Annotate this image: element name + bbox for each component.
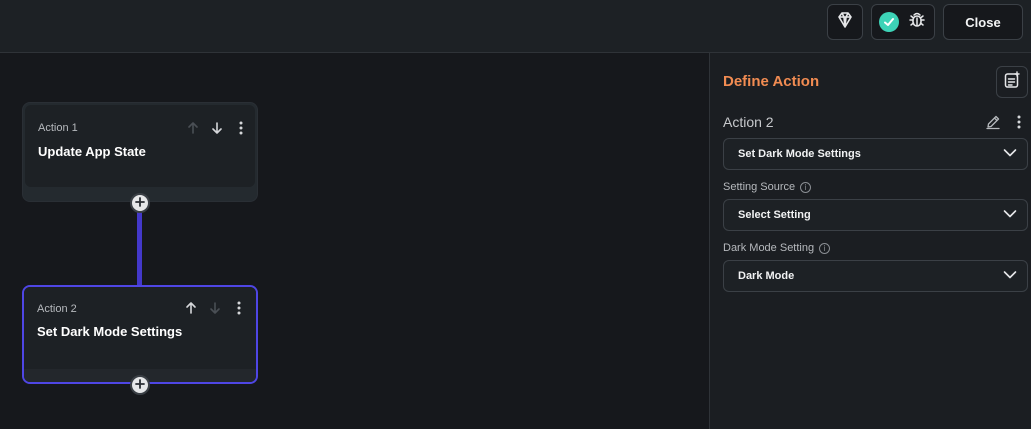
test-debug-group[interactable]: [871, 4, 935, 40]
action-name: Action 2: [723, 114, 774, 130]
move-up-icon[interactable]: [184, 119, 202, 137]
setting-source-label: Setting Source i: [723, 181, 812, 193]
action-card-title: Update App State: [38, 144, 146, 159]
chevron-down-icon: [1003, 267, 1017, 285]
action-card-controls: [182, 299, 248, 317]
action-card-controls: [184, 119, 250, 137]
plus-icon: [135, 376, 145, 394]
more-options-icon[interactable]: [230, 299, 248, 317]
setting-source-value: Select Setting: [738, 209, 811, 221]
bug-icon[interactable]: [907, 10, 927, 35]
gem-button[interactable]: [827, 4, 863, 40]
dark-mode-setting-select[interactable]: Dark Mode: [723, 260, 1028, 292]
move-down-icon[interactable]: [208, 119, 226, 137]
move-up-icon[interactable]: [182, 299, 200, 317]
dark-mode-setting-label: Dark Mode Setting i: [723, 242, 831, 254]
chevron-down-icon: [1003, 206, 1017, 224]
edit-icon[interactable]: [984, 113, 1002, 131]
action-card-2[interactable]: Action 2 Set Dark Mode Settings: [22, 285, 258, 384]
add-action-button[interactable]: [130, 193, 150, 213]
action-type-select[interactable]: Set Dark Mode Settings: [723, 138, 1028, 170]
action-card-1-body: Action 1 Update App State: [25, 105, 255, 187]
top-bar: Close: [0, 0, 1031, 53]
action-card-2-body: Action 2 Set Dark Mode Settings: [24, 287, 256, 369]
define-action-panel: Define Action Action 2 Set Dark Mode Set…: [709, 53, 1031, 429]
check-icon[interactable]: [879, 12, 899, 32]
action-card-label: Action 2: [37, 303, 77, 315]
more-options-icon[interactable]: [1010, 113, 1028, 131]
dark-mode-setting-label-text: Dark Mode Setting: [723, 242, 815, 254]
action-name-controls: [984, 113, 1028, 131]
action-card-title: Set Dark Mode Settings: [37, 324, 183, 339]
note-add-icon: [1003, 70, 1021, 94]
action-card-label: Action 1: [38, 122, 78, 134]
close-button[interactable]: Close: [943, 4, 1023, 40]
info-icon[interactable]: i: [800, 181, 812, 193]
flow-connector: [137, 211, 142, 285]
move-down-icon[interactable]: [206, 299, 224, 317]
info-icon[interactable]: i: [819, 242, 831, 254]
action-card-1[interactable]: Action 1 Update App State: [22, 102, 258, 202]
dark-mode-setting-value: Dark Mode: [738, 270, 795, 282]
more-options-icon[interactable]: [232, 119, 250, 137]
gem-icon: [836, 11, 854, 34]
plus-icon: [135, 194, 145, 212]
setting-source-label-text: Setting Source: [723, 181, 796, 193]
action-type-value: Set Dark Mode Settings: [738, 148, 861, 160]
chevron-down-icon: [1003, 145, 1017, 163]
add-action-button[interactable]: [130, 375, 150, 395]
setting-source-select[interactable]: Select Setting: [723, 199, 1028, 231]
add-note-button[interactable]: [996, 66, 1028, 98]
panel-title: Define Action: [723, 73, 820, 90]
